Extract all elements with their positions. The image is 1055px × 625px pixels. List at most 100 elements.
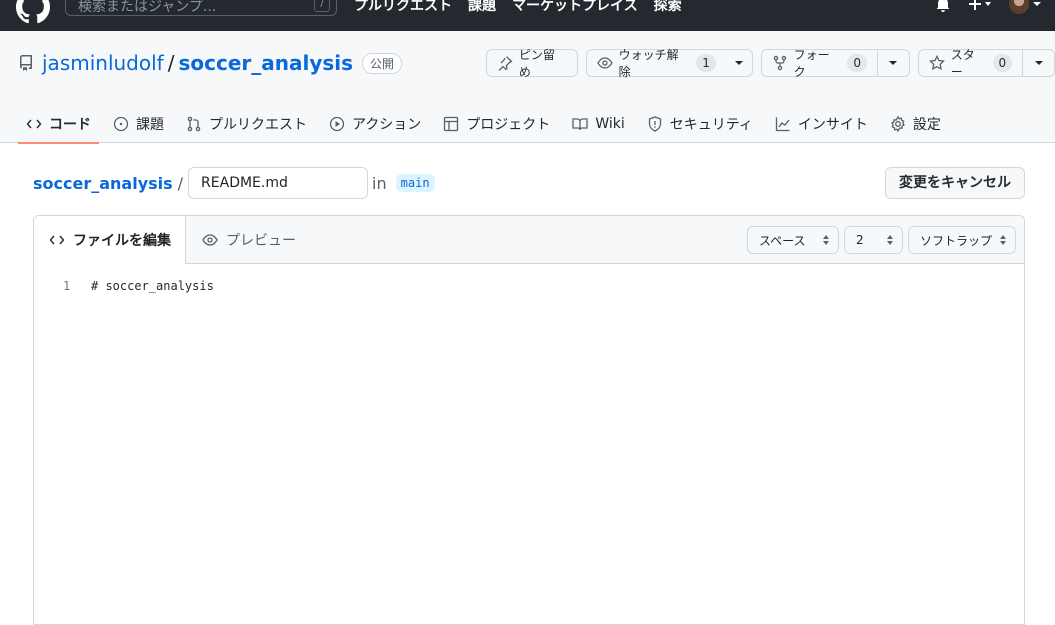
graph-icon — [775, 117, 790, 131]
eye-icon — [596, 57, 613, 69]
select-arrows-icon — [887, 235, 893, 245]
avatar — [1009, 0, 1029, 14]
plus-dropdown-icon[interactable] — [967, 0, 993, 12]
nav-issues[interactable]: 課題 — [468, 0, 496, 15]
nav-marketplace[interactable]: マーケットプレイス — [512, 0, 638, 15]
select-arrows-icon — [823, 235, 829, 245]
code-icon — [26, 119, 42, 128]
table-icon — [444, 116, 459, 131]
filename-input[interactable]: README.md — [188, 167, 369, 199]
cancel-changes-button[interactable]: 変更をキャンセル — [885, 167, 1025, 199]
tab-edit-file-label: ファイルを編集 — [73, 233, 171, 249]
watch-button[interactable]: ウォッチ解除 1 — [585, 48, 753, 79]
star-icon — [928, 55, 945, 71]
profile-menu[interactable] — [1009, 0, 1041, 14]
search-input[interactable]: 検索またはジャンプ... / — [65, 0, 337, 16]
tab-preview[interactable]: プレビュー — [202, 216, 296, 264]
breadcrumb-repo-link[interactable]: soccer_analysis — [33, 174, 173, 193]
tab-projects[interactable]: プロジェクト — [435, 104, 558, 143]
tab-wiki-label: Wiki — [595, 115, 625, 132]
breadcrumb: soccer_analysis / README.md in main — [33, 167, 435, 199]
watch-label: ウォッチ解除 — [618, 48, 679, 79]
wrap-mode-value: ソフトラップ — [920, 233, 993, 248]
tab-security-label: セキュリティ — [669, 116, 753, 133]
tab-insights[interactable]: インサイト — [767, 104, 876, 143]
branch-in-label: in — [372, 173, 387, 193]
tab-settings-label: 設定 — [912, 116, 941, 133]
search-placeholder: 検索またはジャンプ... — [78, 0, 217, 15]
bell-icon[interactable] — [935, 0, 951, 12]
header-actions — [935, 0, 1041, 14]
tab-insights-label: インサイト — [797, 116, 868, 133]
repo-owner-link[interactable]: jasminludolf — [42, 51, 164, 75]
repo-title: jasminludolf / soccer_analysis 公開 — [18, 51, 403, 75]
star-dropdown[interactable] — [1022, 50, 1054, 76]
caret-down-icon — [889, 61, 898, 65]
fork-icon — [773, 55, 786, 71]
watch-count: 1 — [696, 54, 716, 72]
editor-options: スペース 2 ソフトラップ — [747, 226, 1016, 254]
visibility-badge: 公開 — [362, 52, 403, 74]
tab-preview-label: プレビュー — [226, 233, 296, 249]
fork-label: フォーク — [793, 48, 830, 79]
fork-button-group: フォーク 0 — [760, 48, 910, 79]
issue-icon — [113, 116, 129, 131]
indent-size-select[interactable]: 2 — [844, 226, 903, 254]
nav-explore[interactable]: 探索 — [654, 0, 682, 15]
repo-title-separator: / — [167, 51, 175, 75]
tab-pull-requests-label: プルリクエスト — [209, 116, 307, 133]
branch-name[interactable]: main — [395, 174, 435, 192]
star-button-group: スター 0 — [917, 48, 1055, 79]
star-label: スター — [950, 48, 975, 79]
line-number: 1 — [63, 279, 71, 293]
breadcrumb-separator: / — [177, 173, 184, 193]
repo-tabs: コード 課題 プルリクエスト アクション プロジェクト Wiki セキュリティ — [18, 104, 955, 144]
chevron-down-icon — [1033, 2, 1041, 6]
tab-edit-file[interactable]: ファイルを編集 — [34, 216, 186, 264]
file-editor: ファイルを編集 プレビュー スペース 2 ソフトラップ 1 # soccer_a… — [33, 215, 1025, 625]
shield-icon — [648, 115, 661, 132]
book-icon — [572, 117, 588, 130]
tab-projects-label: プロジェクト — [466, 116, 551, 133]
pin-label: ピン留め — [518, 48, 555, 79]
tab-actions-label: アクション — [352, 116, 422, 133]
repo-name-link[interactable]: soccer_analysis — [178, 51, 353, 75]
global-header: 検索またはジャンプ... / プルリクエスト 課題 マーケットプレイス 探索 — [0, 0, 1055, 31]
tab-pull-requests[interactable]: プルリクエスト — [178, 104, 315, 143]
gear-icon — [890, 115, 905, 132]
repo-icon — [20, 55, 32, 71]
tab-code[interactable]: コード — [18, 104, 99, 144]
code-icon — [49, 235, 65, 245]
editor-toolbar: ファイルを編集 プレビュー スペース 2 ソフトラップ — [34, 216, 1024, 264]
repository-header: jasminludolf / soccer_analysis 公開 ピン留め ウ… — [0, 31, 1055, 144]
pin-icon — [498, 56, 513, 71]
watch-dropdown[interactable] — [726, 50, 752, 76]
repo-actions: ピン留め ウォッチ解除 1 フォーク 0 スター 0 — [486, 48, 1055, 79]
tab-issues[interactable]: 課題 — [105, 104, 172, 143]
caret-down-icon — [1034, 61, 1043, 65]
tab-settings[interactable]: 設定 — [882, 104, 949, 143]
tab-wiki[interactable]: Wiki — [564, 104, 632, 143]
star-button[interactable]: スター 0 — [919, 48, 1022, 79]
pull-request-icon — [187, 116, 201, 131]
pin-button[interactable]: ピン留め — [486, 48, 578, 79]
fork-button[interactable]: フォーク 0 — [762, 48, 877, 79]
fork-count: 0 — [847, 54, 867, 72]
global-nav: プルリクエスト 課題 マーケットプレイス 探索 — [354, 0, 682, 15]
eye-icon — [202, 234, 218, 246]
tab-security[interactable]: セキュリティ — [639, 104, 761, 143]
star-count: 0 — [992, 54, 1013, 72]
indent-size-value: 2 — [856, 233, 864, 247]
code-area[interactable]: 1 # soccer_analysis — [34, 264, 1024, 293]
tab-actions[interactable]: アクション — [321, 104, 429, 143]
search-shortcut-hint: / — [314, 0, 330, 12]
select-arrows-icon — [1000, 235, 1006, 245]
tab-code-label: コード — [49, 116, 91, 133]
github-logo-icon[interactable] — [16, 0, 50, 24]
indent-mode-value: スペース — [759, 233, 806, 248]
wrap-mode-select[interactable]: ソフトラップ — [908, 226, 1016, 254]
nav-pull-requests[interactable]: プルリクエスト — [354, 0, 452, 15]
indent-mode-select[interactable]: スペース — [747, 226, 839, 254]
code-line[interactable]: # soccer_analysis — [91, 279, 214, 293]
fork-dropdown[interactable] — [876, 50, 909, 76]
